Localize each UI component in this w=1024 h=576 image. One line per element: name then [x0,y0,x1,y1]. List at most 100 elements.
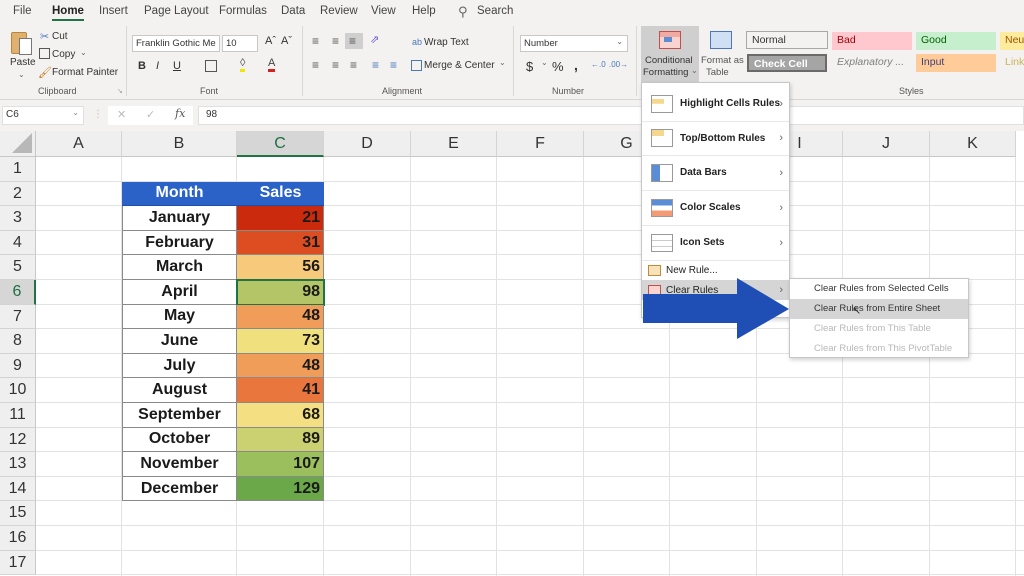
style-bad[interactable]: Bad [832,32,912,50]
search-box[interactable]: Search [477,5,513,17]
font-name-select[interactable]: Franklin Gothic Me [132,35,220,52]
sales-cell[interactable]: 41 [237,378,324,403]
month-cell[interactable]: July [122,353,237,379]
style-neutral[interactable]: Neu [1000,32,1024,50]
paste-label[interactable]: Paste [10,57,36,68]
formula-input[interactable]: 98 [198,106,1024,125]
tab-view[interactable]: View [371,5,396,17]
row-header-3[interactable]: 3 [0,206,36,231]
sales-cell[interactable]: 129 [237,476,324,502]
cancel-icon[interactable]: ✕ [117,108,126,121]
decrease-decimal-icon[interactable]: .00→ [609,60,628,69]
align-left-icon[interactable]: ≡ [312,58,319,72]
wrap-text-button[interactable]: Wrap Text [424,37,469,48]
align-middle-icon[interactable]: ≡ [332,34,339,48]
table-header-sales[interactable]: Sales [237,181,324,207]
italic-button[interactable]: I [156,60,159,72]
enter-icon[interactable]: ✓ [146,108,155,121]
tab-help[interactable]: Help [412,5,436,17]
tab-file[interactable]: File [13,5,32,17]
column-header-a[interactable]: A [36,131,122,157]
sales-cell[interactable]: 48 [237,353,324,379]
month-cell[interactable]: September [122,403,237,428]
sales-cell[interactable]: 31 [237,230,324,256]
decrease-font-icon[interactable]: Aˇ [281,35,292,47]
sales-cell[interactable]: 56 [237,255,324,280]
month-cell[interactable]: February [122,230,237,256]
sales-cell[interactable]: 21 [237,206,324,231]
conditional-formatting-button[interactable]: Conditional Formatting ⌄ [641,26,699,82]
column-header-j[interactable]: J [843,131,930,157]
copy-dropdown-icon[interactable]: ⌄ [80,48,87,57]
sales-cell-selected[interactable]: 98 [236,279,325,306]
style-input[interactable]: Input [916,54,996,72]
sales-cell[interactable]: 48 [237,304,324,330]
align-center-icon[interactable]: ≡ [332,58,339,72]
column-header-f[interactable]: F [497,131,584,157]
merge-dropdown-icon[interactable]: ⌄ [499,58,506,67]
menu-item-color-scales[interactable]: Color Scales › [642,190,789,224]
number-format-select[interactable]: Number ⌄ [520,35,628,52]
row-header-14[interactable]: 14 [0,476,36,502]
style-normal[interactable]: Normal [746,31,828,49]
sales-cell[interactable]: 89 [237,427,324,453]
paste-dropdown-icon[interactable]: ⌄ [18,70,25,79]
merge-center-button[interactable]: Merge & Center [424,60,495,71]
column-header-e[interactable]: E [411,131,497,157]
row-header-10[interactable]: 10 [0,378,36,403]
column-header-k[interactable]: K [930,131,1016,157]
align-right-icon[interactable]: ≡ [350,58,357,72]
menu-item-top-bottom-rules[interactable]: Top/Bottom Rules › [642,121,789,154]
row-header-12[interactable]: 12 [0,427,36,453]
month-cell[interactable]: January [122,206,237,231]
style-good[interactable]: Good [916,32,996,50]
month-cell[interactable]: April [122,280,237,305]
comma-button[interactable]: , [574,57,578,73]
borders-icon[interactable] [205,60,217,72]
copy-button[interactable]: Copy [52,49,75,60]
tab-formulas[interactable]: Formulas [219,5,267,17]
orientation-icon[interactable]: ⇗ [370,33,379,46]
menu-item-new-rule[interactable]: New Rule... [642,260,789,280]
name-box[interactable]: C6 ⌄ [2,106,84,125]
row-header-13[interactable]: 13 [0,452,36,477]
increase-font-icon[interactable]: Aˆ [265,35,276,47]
percent-button[interactable]: % [552,59,564,74]
format-as-table-button[interactable]: Format as Table [700,26,744,82]
row-header-15[interactable]: 15 [0,501,36,526]
submenu-clear-selected-cells[interactable]: Clear Rules from Selected Cells [790,279,968,299]
month-cell[interactable]: October [122,427,237,453]
row-header-11[interactable]: 11 [0,403,36,428]
row-header-5[interactable]: 5 [0,255,36,280]
row-header-16[interactable]: 16 [0,526,36,551]
cut-button[interactable]: Cut [52,31,68,42]
font-color-icon[interactable]: A [268,58,276,72]
sales-cell[interactable]: 107 [237,452,324,477]
style-linked-cell[interactable]: Link [1000,54,1024,72]
month-cell[interactable]: August [122,378,237,403]
tab-home[interactable]: Home [52,5,84,21]
row-header-2[interactable]: 2 [0,181,36,207]
dialog-launcher-icon[interactable]: ↘ [117,87,123,95]
tab-review[interactable]: Review [320,5,358,17]
decrease-indent-icon[interactable]: ≡ [372,58,379,72]
increase-indent-icon[interactable]: ≡ [390,58,397,72]
search-icon[interactable]: ⚲ [458,4,468,20]
sales-cell[interactable]: 68 [237,403,324,428]
increase-decimal-icon[interactable]: ←.0 [591,60,606,69]
column-header-d[interactable]: D [324,131,411,157]
row-header-7[interactable]: 7 [0,304,36,330]
row-header-17[interactable]: 17 [0,550,36,576]
tab-data[interactable]: Data [281,5,305,17]
row-header-4[interactable]: 4 [0,230,36,256]
month-cell[interactable]: June [122,329,237,354]
menu-item-highlight-cells-rules[interactable]: Highlight Cells Rules › [642,87,789,120]
month-cell[interactable]: December [122,476,237,502]
column-header-c[interactable]: C [237,131,324,157]
month-cell[interactable]: November [122,452,237,477]
tab-page-layout[interactable]: Page Layout [144,5,209,17]
currency-dropdown-icon[interactable]: ⌄ [541,58,548,67]
select-all-button[interactable] [0,131,36,157]
row-header-6[interactable]: 6 [0,280,36,305]
bold-button[interactable]: B [138,60,146,72]
